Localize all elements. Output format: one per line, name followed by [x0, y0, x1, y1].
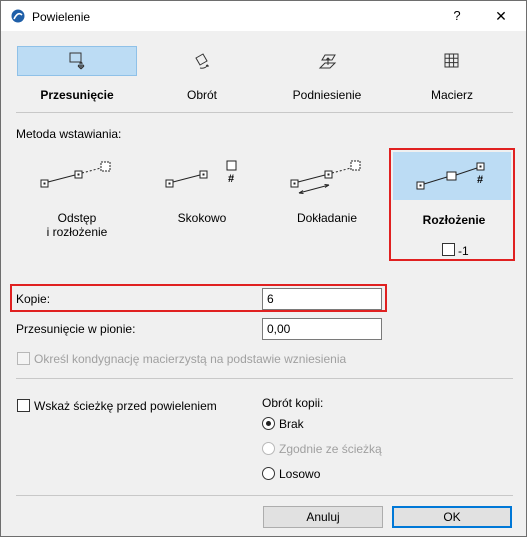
- story-by-elevation-label: Określ kondygnację macierzystą na podsta…: [34, 352, 347, 366]
- increment-icon: [165, 160, 237, 188]
- app-icon: [11, 9, 25, 23]
- copies-input[interactable]: 6: [262, 288, 382, 310]
- copies-label: Kopie:: [16, 292, 51, 306]
- tab-matrix-label: Macierz: [430, 88, 473, 102]
- tab-elevate[interactable]: [267, 46, 387, 76]
- minus-one-checkbox[interactable]: [442, 243, 455, 256]
- vertical-offset-input[interactable]: 0,00: [262, 318, 382, 340]
- tab-rotate[interactable]: [142, 46, 262, 76]
- tab-move-label: Przesunięcie: [40, 88, 114, 102]
- method-append[interactable]: Dokładanie: [267, 149, 387, 249]
- cancel-button[interactable]: Anuluj: [263, 506, 383, 528]
- tab-elevate-label: Podniesienie: [292, 88, 362, 102]
- method-distribution[interactable]: # Rozłożenie -1: [389, 148, 515, 261]
- elevate-icon: [318, 54, 337, 69]
- distribution-hash: #: [477, 174, 484, 186]
- divider: [16, 378, 513, 379]
- method-section-label: Metoda wstawiania:: [16, 127, 122, 141]
- method-append-label: Dokładanie: [296, 211, 358, 225]
- method-spacing-distribution-label: Odstęp i rozłożenie: [46, 211, 108, 239]
- rotation-title: Obrót kopii:: [262, 396, 324, 410]
- method-distribution-label: Rozłożenie: [422, 213, 486, 227]
- ok-button[interactable]: OK: [392, 506, 512, 528]
- divider: [16, 112, 513, 113]
- show-path-label: Wskaż ścieżkę przed powieleniem: [34, 399, 217, 413]
- rotation-along-path-label: Zgodnie ze ścieżką: [279, 442, 382, 456]
- minus-one-label: -1: [458, 244, 469, 258]
- rotation-none-label: Brak: [279, 417, 304, 431]
- matrix-icon: [444, 53, 459, 68]
- title-bar: Powielenie ? ✕: [1, 1, 526, 31]
- story-by-elevation-checkbox[interactable]: [17, 352, 30, 365]
- rotation-along-path-radio[interactable]: [262, 442, 275, 455]
- show-path-checkbox[interactable]: [17, 399, 30, 412]
- window-title: Powielenie: [32, 10, 91, 24]
- distribution-icon: [416, 162, 485, 190]
- vertical-offset-label: Przesunięcie w pionie:: [16, 322, 136, 336]
- method-increment[interactable]: # Skokowo: [142, 149, 262, 249]
- append-icon: [290, 160, 361, 194]
- duplicate-dialog: Powielenie ? ✕ Przesunięcie Obrót Podnie…: [0, 0, 527, 537]
- rotation-random-radio[interactable]: [262, 467, 275, 480]
- move-icon: [69, 52, 85, 70]
- method-increment-label: Skokowo: [177, 211, 227, 225]
- rotation-random-label: Losowo: [279, 467, 321, 481]
- tab-rotate-label: Obrót: [186, 88, 217, 102]
- tab-move[interactable]: [17, 46, 137, 76]
- spacing-distribution-icon: [40, 161, 111, 188]
- help-button[interactable]: ?: [447, 6, 467, 26]
- rotate-icon: [195, 53, 209, 69]
- rotation-none-radio[interactable]: [262, 417, 275, 430]
- increment-hash: #: [228, 173, 235, 185]
- method-spacing-distribution[interactable]: Odstęp i rozłożenie: [17, 149, 137, 249]
- tab-matrix[interactable]: [392, 46, 512, 76]
- close-button[interactable]: ✕: [491, 6, 511, 26]
- divider: [16, 495, 513, 496]
